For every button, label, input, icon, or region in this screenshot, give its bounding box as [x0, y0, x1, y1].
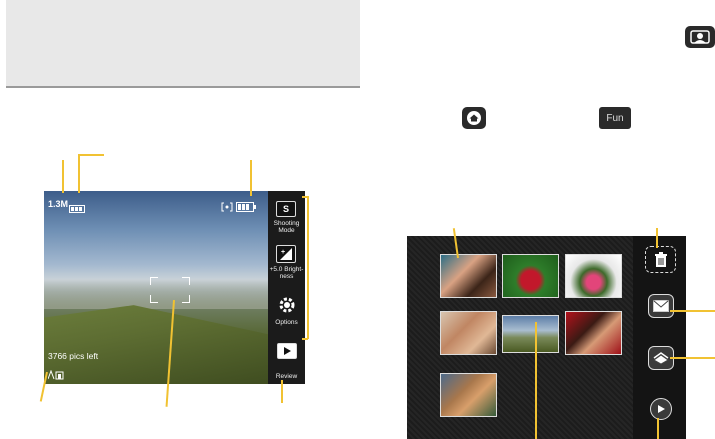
thumbnail-pink-flower[interactable]	[565, 254, 622, 298]
callout-line	[250, 160, 252, 196]
resolution-indicator: 1.3M	[48, 199, 69, 209]
fun-tab-button[interactable]: Fun	[599, 107, 631, 129]
home-icon	[467, 111, 481, 125]
focus-mode-icon	[221, 199, 233, 212]
callout-line	[535, 322, 537, 439]
brightness-icon[interactable]: +	[276, 245, 296, 263]
storage-icon	[69, 200, 85, 213]
review-play-icon[interactable]	[277, 343, 297, 359]
camera-viewfinder: 1.3M 3766 pics left S Shooting Mode + +5…	[44, 191, 305, 384]
battery-icon	[236, 199, 256, 212]
callout-line	[670, 357, 715, 359]
send-button[interactable]	[648, 294, 674, 318]
home-button[interactable]	[462, 107, 486, 129]
camera-options-bar: S Shooting Mode + +5.0 Bright- ness Opti…	[268, 191, 305, 384]
shooting-mode-icon[interactable]: S	[276, 201, 296, 217]
photo-gallery	[407, 236, 686, 439]
options-label[interactable]: Options	[268, 319, 305, 326]
options-gear-icon[interactable]	[277, 295, 297, 315]
callout-line	[657, 418, 659, 439]
callout-line	[78, 154, 104, 156]
play-icon	[658, 405, 665, 413]
note-box	[6, 0, 360, 88]
delete-button[interactable]	[645, 246, 676, 273]
trash-icon	[654, 251, 667, 267]
callout-line	[656, 228, 658, 248]
callout-line	[281, 380, 283, 403]
svg-text:+: +	[281, 249, 285, 256]
review-label[interactable]: Review	[268, 373, 305, 380]
mail-icon	[653, 300, 669, 312]
focus-frame	[150, 277, 190, 303]
callout-line	[307, 196, 309, 339]
thumbnail-friends[interactable]	[440, 254, 497, 298]
pictures-left-counter: 3766 pics left	[48, 351, 99, 361]
thumbnail-group[interactable]	[440, 373, 497, 417]
callout-line	[670, 310, 715, 312]
camera-app-icon[interactable]	[685, 26, 715, 48]
album-icon	[653, 352, 669, 365]
slideshow-button[interactable]	[650, 398, 672, 420]
brightness-label[interactable]: +5.0 Bright- ness	[268, 266, 305, 280]
shooting-mode-label[interactable]: Shooting Mode	[268, 220, 305, 234]
thumbnail-family[interactable]	[440, 311, 497, 355]
callout-line	[302, 338, 308, 340]
callout-line	[78, 154, 80, 193]
thumbnail-couple[interactable]	[565, 311, 622, 355]
thumbnail-landscape[interactable]	[502, 315, 559, 353]
callout-line	[62, 160, 64, 193]
built-in-memory-icon	[47, 367, 64, 380]
thumbnail-red-flowers[interactable]	[502, 254, 559, 298]
